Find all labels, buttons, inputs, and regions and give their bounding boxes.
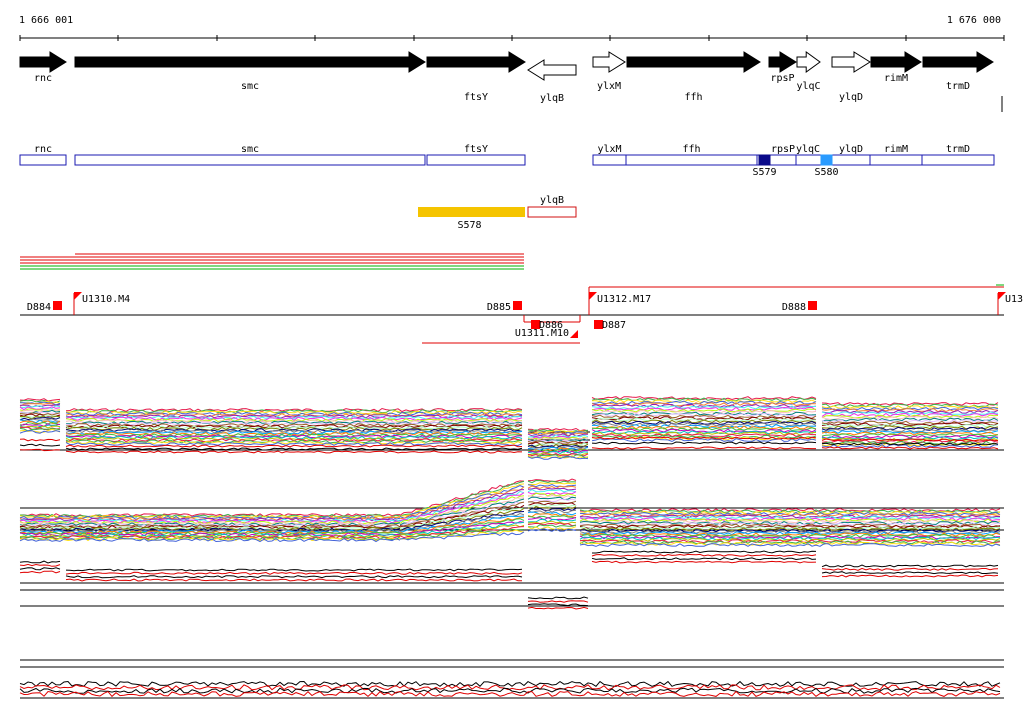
gene-arrow-smc[interactable] xyxy=(74,51,426,73)
gene-arrow-ylqd[interactable] xyxy=(831,51,871,73)
feature-box-ftsy[interactable] xyxy=(426,154,526,166)
s578-label: S578 xyxy=(457,220,481,231)
feature-box-rnc[interactable] xyxy=(19,154,67,166)
feature-label: rpsP xyxy=(771,144,795,155)
profile-line xyxy=(19,557,999,607)
feature-box-ylxm[interactable] xyxy=(592,154,627,166)
marker-box-d885[interactable] xyxy=(513,301,522,310)
gene-label: ffh xyxy=(684,92,702,103)
gene-label: ylqC xyxy=(796,81,820,92)
profile-lines xyxy=(19,396,1001,698)
ruler-end-label: 1 676 000 xyxy=(947,15,1001,26)
marker-label: D888 xyxy=(782,302,806,313)
feature-label: ylqC xyxy=(796,144,820,155)
feature-box-rimm[interactable] xyxy=(869,154,923,166)
gene-arrow-ylqb[interactable] xyxy=(527,59,577,81)
marker-label: U1311.M10 xyxy=(515,328,569,339)
feature-label: ftsY xyxy=(464,144,488,155)
profile-line xyxy=(19,560,999,610)
coverage-lines xyxy=(20,253,1004,286)
gene-label: ylqD xyxy=(839,92,863,103)
gene-arrow-rnc[interactable] xyxy=(19,51,67,73)
transcript-track: S578 ylqB xyxy=(418,195,577,231)
gene-arrow-ftsy[interactable] xyxy=(426,51,526,73)
feature-label: smc xyxy=(241,144,259,155)
gene-label: rpsP xyxy=(770,73,794,84)
gene-arrow-ylxm[interactable] xyxy=(592,51,626,73)
coordinate-ruler: 1 666 001 1 676 000 xyxy=(19,15,1005,41)
small-feature-label: S579 xyxy=(752,167,776,178)
gene-label: rimM xyxy=(884,73,908,84)
marker-label: U131 xyxy=(1005,294,1024,305)
genome-browser-view: 1 666 001 1 676 000 rnc smc ftsY ylqB ylxM ff… xyxy=(19,15,1024,699)
marker-label: U1310.M4 xyxy=(82,294,130,305)
ylqb-operon-label: ylqB xyxy=(540,195,564,206)
marker-track: D884U1310.M4D885D886U1311.M10U1312.M17D8… xyxy=(20,286,1024,344)
small-feature-s579[interactable] xyxy=(758,154,771,166)
feature-label: ylqD xyxy=(839,144,863,155)
gene-arrow-rpsp[interactable] xyxy=(768,51,797,73)
feature-box-trmd[interactable] xyxy=(921,154,995,166)
feature-label: rimM xyxy=(884,144,908,155)
gene-arrow-ffh[interactable] xyxy=(626,51,761,73)
gene-label: trmD xyxy=(946,81,970,92)
marker-flag-u1310.m4[interactable] xyxy=(74,292,82,300)
marker-label: D884 xyxy=(27,302,51,313)
feature-label: ylxM xyxy=(597,144,621,155)
s578-bar[interactable] xyxy=(418,207,525,217)
marker-flag-u1311.m10[interactable] xyxy=(570,330,578,338)
marker-box-d884[interactable] xyxy=(53,301,62,310)
profile-line xyxy=(19,553,999,603)
feature-box-smc[interactable] xyxy=(74,154,426,166)
gene-label: ylqB xyxy=(540,93,564,104)
small-feature-s580[interactable] xyxy=(820,154,833,166)
gene-arrow-ylqc[interactable] xyxy=(796,51,821,73)
feature-label: ffh xyxy=(682,144,700,155)
gene-label: rnc xyxy=(34,73,52,84)
gene-label: smc xyxy=(241,81,259,92)
expression-profile-panels xyxy=(19,396,1004,699)
marker-box-d888[interactable] xyxy=(808,301,817,310)
feature-box-ylqd[interactable] xyxy=(831,154,871,166)
marker-flag-u1312.m17[interactable] xyxy=(589,292,597,300)
feature-label: rnc xyxy=(34,144,52,155)
gene-label: ylxM xyxy=(597,81,621,92)
gene-arrow-rimm[interactable] xyxy=(870,51,922,73)
ruler-start-label: 1 666 001 xyxy=(19,15,73,26)
ylqb-operon-box[interactable] xyxy=(527,206,577,218)
gene-arrow-trmd[interactable] xyxy=(922,51,994,73)
feature-box-ffh[interactable] xyxy=(625,154,758,166)
gene-track: rnc smc ftsY ylqB ylxM ffh rpsPylqC ylqD rimM trm… xyxy=(19,51,1003,112)
marker-label: U1312.M17 xyxy=(597,294,651,305)
marker-label: D885 xyxy=(487,302,511,313)
small-feature-label: S580 xyxy=(814,167,838,178)
feature-label: trmD xyxy=(946,144,970,155)
feature-track: rnc smc ftsY ylxM ffh rpsP ylqC ylqD rimM trmD S57… xyxy=(19,144,995,178)
gene-label: ftsY xyxy=(464,92,488,103)
marker-label: D887 xyxy=(602,320,626,331)
